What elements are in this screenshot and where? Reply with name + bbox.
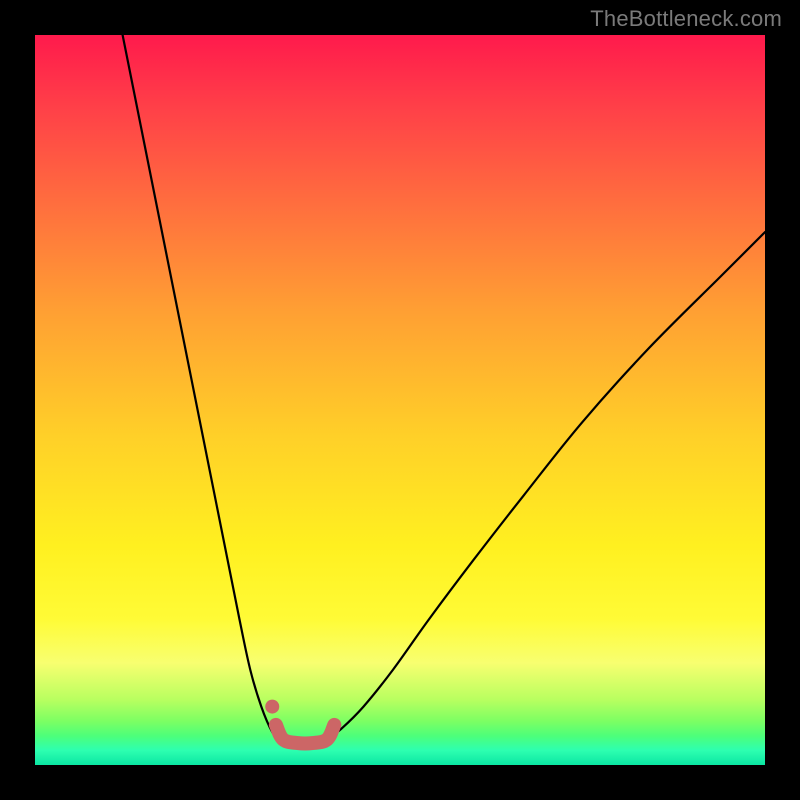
left-curve [123, 35, 280, 739]
highlight-dot [265, 700, 279, 714]
chart-svg [35, 35, 765, 765]
right-curve [327, 232, 765, 739]
bottom-highlight [276, 725, 334, 744]
watermark-text: TheBottleneck.com [590, 6, 782, 32]
chart-plot-area [35, 35, 765, 765]
